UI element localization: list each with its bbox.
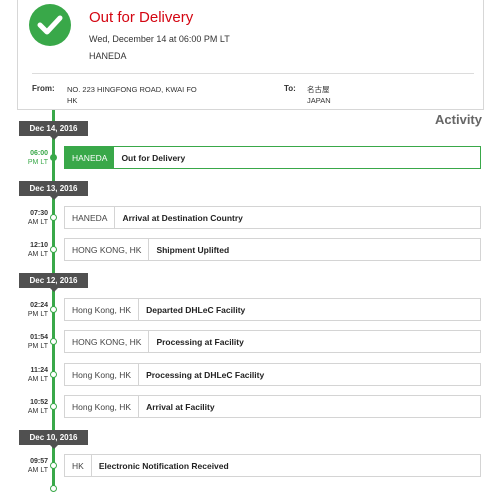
activity-heading: Activity [435, 112, 482, 127]
event-row[interactable]: HANEDA Arrival at Destination Country [64, 206, 481, 229]
event-location: Hong Kong, HK [65, 299, 140, 320]
event-description: Electronic Notification Received [98, 460, 229, 471]
date-badge: Dec 13, 2016 [19, 181, 88, 200]
event-description: Arrival at Facility [146, 401, 215, 412]
event-location: HONG KONG, HK [65, 331, 150, 352]
to-address: 名古屋 JAPAN [307, 84, 331, 106]
event-description: Arrival at Destination Country [122, 212, 243, 223]
event-location: Hong Kong, HK [65, 396, 140, 417]
from-label: From: [32, 84, 55, 93]
event-description: Out for Delivery [121, 152, 186, 163]
from-address: NO. 223 HINGFONG ROAD, KWAI FO HK [67, 84, 197, 106]
event-location: HANEDA [65, 147, 115, 168]
event-time: 06:00 PM LT [27, 150, 48, 166]
from-address-line2: HK [67, 96, 78, 105]
event-dot [50, 306, 57, 313]
status-location: HANEDA [89, 51, 127, 61]
event-time: 02:24 PM LT [27, 302, 48, 318]
event-row[interactable]: HONG KONG, HK Processing at Facility [64, 330, 481, 353]
event-location: Hong Kong, HK [65, 364, 140, 385]
event-location: HANEDA [65, 207, 116, 228]
event-row[interactable]: Hong Kong, HK Arrival at Facility [64, 395, 481, 418]
status-date: Wed, December 14 at 06:00 PM LT [89, 34, 230, 44]
shipment-summary-card: Out for Delivery Wed, December 14 at 06:… [17, 0, 484, 110]
event-time: 10:52 AM LT [27, 399, 48, 415]
delivery-status: Out for Delivery [89, 9, 194, 26]
date-badge: Dec 10, 2016 [19, 430, 88, 449]
date-badge: Dec 14, 2016 [19, 121, 88, 140]
event-row[interactable]: HANEDA Out for Delivery [64, 146, 481, 169]
from-address-line1: NO. 223 HINGFONG ROAD, KWAI FO [67, 85, 197, 94]
summary-divider [32, 73, 474, 74]
event-time: 09:57 AM LT [27, 458, 48, 474]
event-row[interactable]: HK Electronic Notification Received [64, 454, 481, 477]
to-address-line2: JAPAN [307, 96, 331, 105]
to-label: To: [284, 84, 296, 93]
event-location: HONG KONG, HK [65, 239, 150, 260]
event-row[interactable]: HONG KONG, HK Shipment Uplifted [64, 238, 481, 261]
event-dot [50, 371, 57, 378]
event-dot [50, 338, 57, 345]
timeline-end-dot [50, 485, 57, 492]
event-dot [50, 246, 57, 253]
event-dot [50, 214, 57, 221]
event-description: Shipment Uplifted [156, 244, 230, 255]
event-description: Departed DHLeC Facility [146, 304, 246, 315]
event-row[interactable]: Hong Kong, HK Departed DHLeC Facility [64, 298, 481, 321]
event-description: Processing at Facility [156, 336, 244, 347]
event-time: 12:10 AM LT [27, 242, 48, 258]
event-time: 11:24 AM LT [27, 367, 48, 383]
checkmark-icon [29, 4, 71, 46]
event-dot [50, 403, 57, 410]
event-row[interactable]: Hong Kong, HK Processing at DHLeC Facili… [64, 363, 481, 386]
event-time: 01:54 PM LT [27, 334, 48, 350]
event-dot [50, 462, 57, 469]
event-dot [50, 154, 57, 161]
event-description: Processing at DHLeC Facility [146, 369, 265, 380]
event-time: 07:30 AM LT [27, 210, 48, 226]
to-address-line1: 名古屋 [307, 85, 330, 94]
event-location: HK [65, 455, 92, 476]
date-badge: Dec 12, 2016 [19, 273, 88, 292]
